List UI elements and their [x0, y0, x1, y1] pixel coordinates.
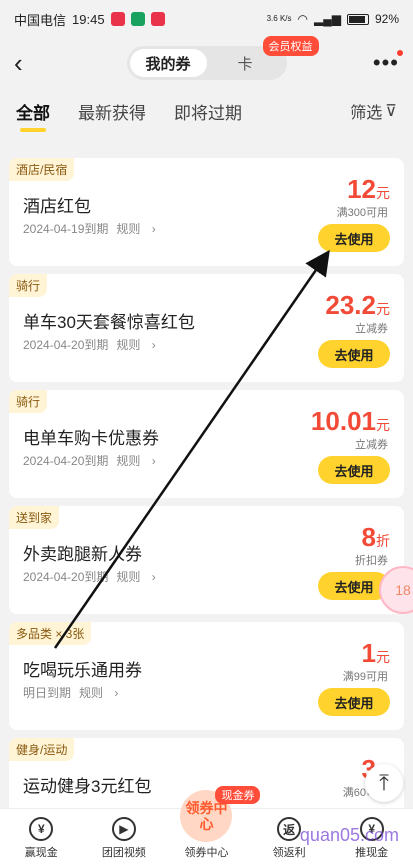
red-dot-indicator: [397, 50, 403, 56]
coupon-condition: 满99可用: [342, 671, 388, 683]
coupon-meta: 2024-04-19到期 规则 ›: [23, 220, 164, 237]
scroll-to-top-icon[interactable]: ⤒: [365, 764, 403, 802]
coupon-amount: 1元: [361, 638, 390, 668]
rule-link[interactable]: 规则 ›: [116, 338, 155, 352]
category-tag: 多品类 × 3张: [9, 622, 92, 645]
rule-link[interactable]: 规则 ›: [116, 222, 155, 236]
coupon-amount: 12元: [347, 174, 390, 204]
funnel-icon: ⊽: [385, 103, 397, 120]
use-button[interactable]: 去使用: [318, 340, 390, 368]
back-arrow-icon[interactable]: ‹: [14, 48, 44, 79]
bottom-nav: ¥ 赢现金 ▶ 团团视频 领券中心 现金券 领券中心 返 领返利 ¥ 推现金 q…: [0, 786, 413, 864]
coupon-amount: 10.01元: [310, 406, 390, 436]
yen-icon: ¥: [29, 817, 54, 841]
more-menu-icon[interactable]: •••: [369, 50, 403, 76]
notification-icon: [150, 12, 165, 26]
segment-my-coupons[interactable]: 我的券: [129, 49, 207, 77]
category-tag: 健身/运动: [9, 738, 75, 761]
tab-expiring[interactable]: 即将过期: [174, 99, 242, 124]
rule-link[interactable]: 规则 ›: [116, 454, 155, 468]
rule-link[interactable]: 规则 ›: [116, 570, 155, 584]
use-button[interactable]: 去使用: [318, 688, 390, 716]
expiry-date: 2024-04-19到期: [23, 222, 109, 236]
status-bar: 中国电信 19:45 3.6 K/s ◠ ▂▄▆ 92%: [0, 0, 413, 38]
coupon-meta: 明日到期 规则 ›: [23, 684, 126, 701]
coupon-list: 酒店/民宿 酒店红包 2024-04-19到期 规则 › 12元 满300可用 去…: [0, 134, 413, 846]
filter-button[interactable]: 筛选 ⊽: [350, 99, 397, 123]
carrier-label: 中国电信: [14, 12, 67, 28]
signal-icon: ▂▄▆: [314, 12, 341, 26]
coupon-meta: 2024-04-20到期 规则 ›: [23, 336, 164, 353]
expiry-date: 明日到期: [23, 686, 72, 700]
coupon-title: 运动健身3元红包: [23, 777, 152, 796]
battery-level: 92%: [374, 12, 399, 26]
wifi-icon: ◠: [297, 12, 308, 26]
network-speed: 3.6 K/s: [266, 14, 292, 23]
coupon-title: 酒店红包: [23, 197, 91, 216]
coupon-title: 单车30天套餐惊喜红包: [23, 313, 195, 332]
top-bar: ‹ 我的券 卡 会员权益 •••: [0, 36, 413, 88]
coupon-amount: 23.2元: [325, 290, 390, 320]
coupon-card[interactable]: 酒店/民宿 酒店红包 2024-04-19到期 规则 › 12元 满300可用 去…: [9, 158, 404, 266]
expiry-date: 2024-04-20到期: [23, 338, 109, 352]
expiry-date: 2024-04-20到期: [23, 570, 109, 584]
coupon-title: 吃喝玩乐通用券: [23, 661, 142, 680]
category-tag: 骑行: [9, 390, 48, 413]
coupon-card[interactable]: 骑行 单车30天套餐惊喜红包 2024-04-20到期 规则 › 23.2元 立减…: [9, 274, 404, 382]
notification-icon: [110, 12, 125, 26]
watermark-text: quan05.com: [299, 825, 399, 845]
coupon-amount: 8折: [361, 522, 390, 552]
rebate-icon: 返: [277, 817, 302, 841]
battery-icon: [346, 13, 369, 25]
category-tag: 骑行: [9, 274, 48, 297]
nav-coupon-center[interactable]: 领券中心 现金券 领券中心: [171, 786, 261, 860]
clock: 19:45: [72, 11, 105, 27]
coupon-condition: 立减券: [355, 323, 388, 335]
tab-newest[interactable]: 最新获得: [78, 99, 146, 124]
segment-control: 我的券 卡 会员权益: [126, 36, 319, 80]
category-tag: 送到家: [9, 506, 60, 529]
coupon-condition: 立减券: [355, 439, 388, 451]
coupon-meta: 2024-04-20到期 规则 ›: [23, 452, 164, 469]
coupon-condition: 折扣券: [355, 555, 388, 567]
coupon-title: 电单车购卡优惠券: [23, 429, 159, 448]
rule-link[interactable]: 规则 ›: [79, 686, 118, 700]
coupon-card[interactable]: 多品类 × 3张 吃喝玩乐通用券 明日到期 规则 › 1元 满99可用 去使用: [9, 622, 404, 730]
nav-videos[interactable]: ▶ 团团视频: [89, 817, 159, 860]
filter-tabs: 全部 最新获得 即将过期 筛选 ⊽: [0, 88, 413, 134]
play-icon: ▶: [111, 817, 136, 841]
notification-icon: [130, 12, 145, 26]
cash-coupon-badge: 现金券: [215, 786, 261, 804]
coupon-title: 外卖跑腿新人券: [23, 545, 142, 564]
nav-earn-cash[interactable]: ¥ 赢现金: [6, 817, 76, 860]
expiry-date: 2024-04-20到期: [23, 454, 109, 468]
use-button[interactable]: 去使用: [318, 224, 390, 252]
filter-label: 筛选: [350, 105, 383, 122]
coupon-condition: 满300可用: [336, 207, 388, 219]
category-tag: 酒店/民宿: [9, 158, 75, 181]
tab-all[interactable]: 全部: [16, 99, 50, 132]
coupon-card[interactable]: 送到家 外卖跑腿新人券 2024-04-20到期 规则 › 8折 折扣券 去使用: [9, 506, 404, 614]
use-button[interactable]: 去使用: [318, 456, 390, 484]
coupon-meta: 2024-04-20到期 规则 ›: [23, 568, 164, 585]
coupon-card[interactable]: 骑行 电单车购卡优惠券 2024-04-20到期 规则 › 10.01元 立减券 …: [9, 390, 404, 498]
vip-rights-badge[interactable]: 会员权益: [262, 36, 319, 56]
